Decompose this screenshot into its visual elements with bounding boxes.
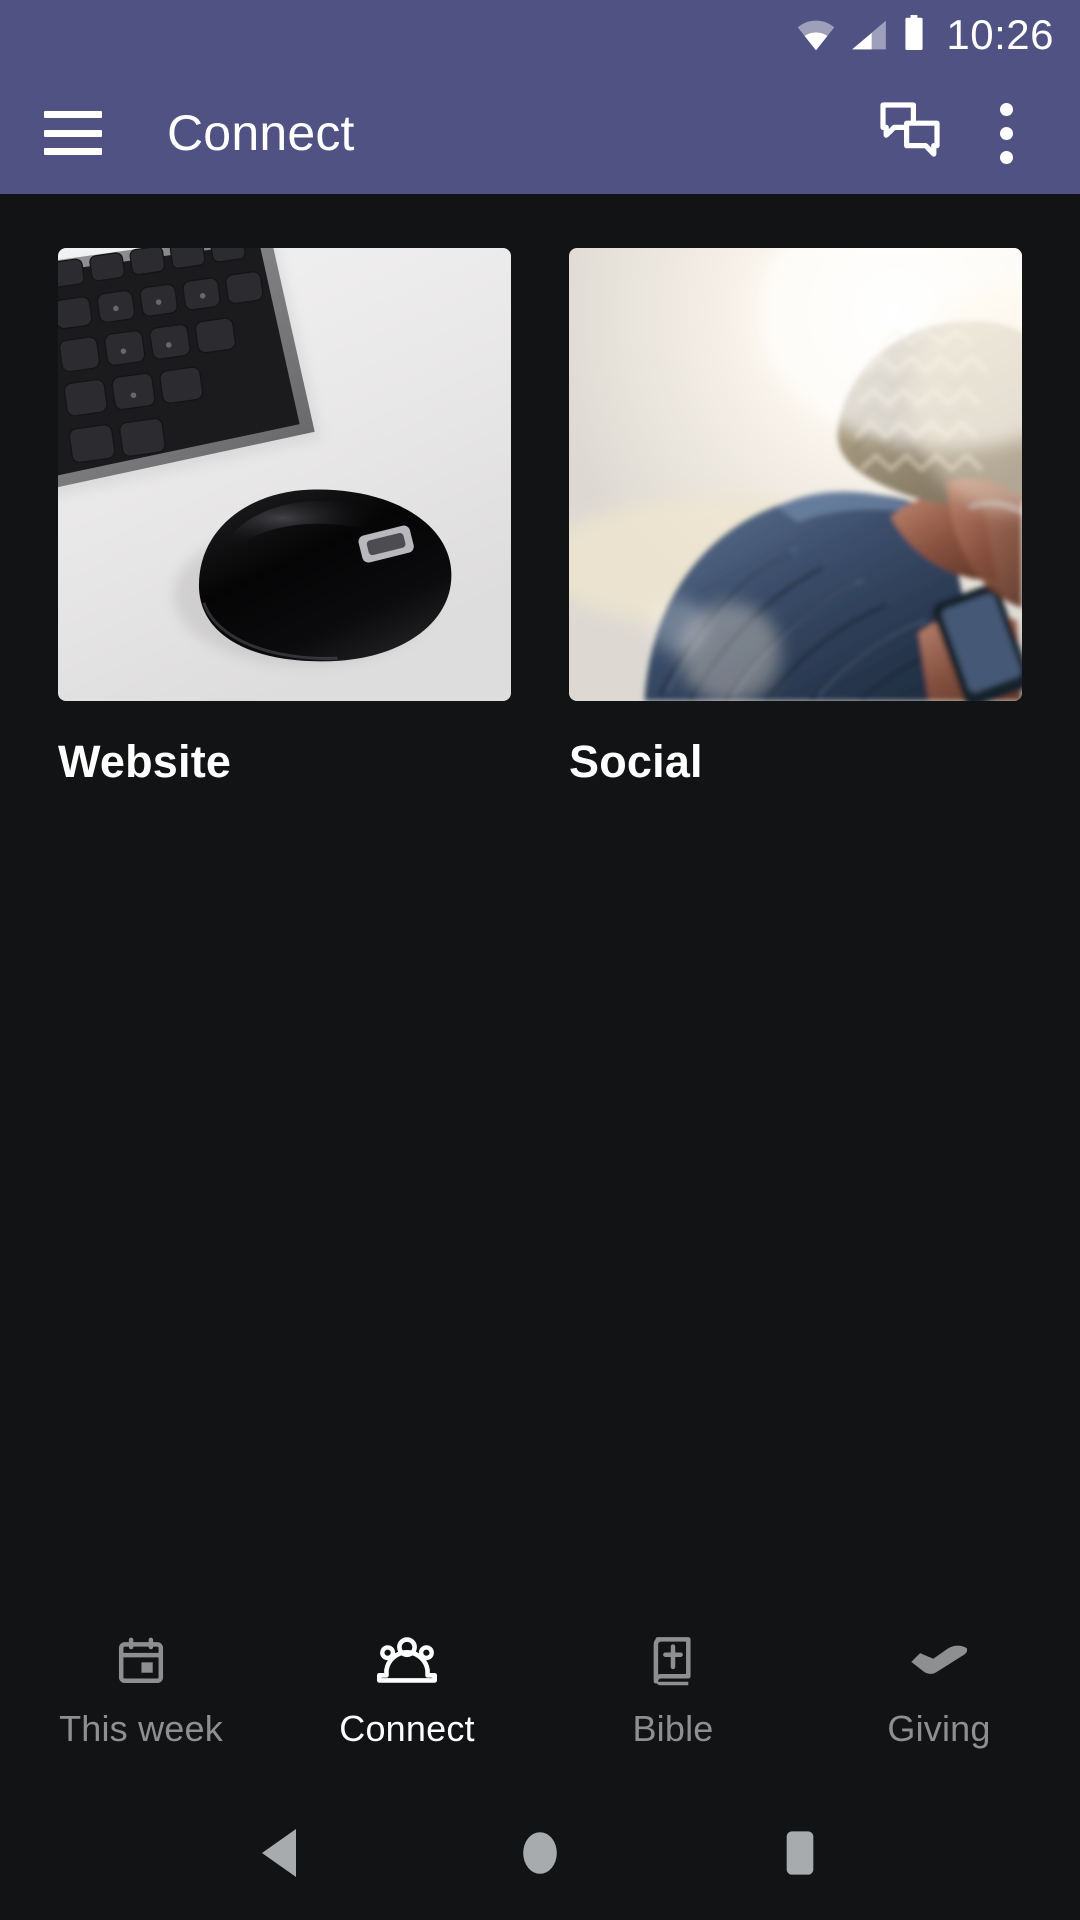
hamburger-menu-icon[interactable] [44, 111, 102, 155]
bottom-navigation: This week Connect Bible Giving [0, 1590, 1080, 1790]
nav-tab-bible-label: Bible [632, 1708, 714, 1749]
chat-bubbles-button[interactable] [862, 85, 958, 181]
dot [999, 150, 1013, 164]
nav-tab-giving[interactable]: Giving [806, 1630, 1072, 1750]
nav-tab-this-week-label: This week [59, 1708, 223, 1749]
battery-icon [902, 15, 926, 56]
hamburger-line [44, 148, 102, 155]
hamburger-line [44, 111, 102, 118]
card-website-image [58, 248, 511, 701]
circle-home-icon [519, 1827, 561, 1884]
status-bar-clock: 10:26 [946, 11, 1054, 58]
cellular-signal-icon [850, 19, 888, 56]
app-screen: 10:26 Connect Website Social This week C… [0, 0, 1080, 1920]
nav-tab-connect[interactable]: Connect [274, 1630, 540, 1750]
chat-bubbles-icon [879, 101, 941, 165]
android-system-navigation-bar [0, 1790, 1080, 1920]
hamburger-line [44, 129, 102, 137]
home-button[interactable] [480, 1795, 600, 1915]
dot [999, 102, 1013, 116]
nav-tab-connect-label: Connect [339, 1708, 475, 1749]
book-cross-icon [642, 1630, 704, 1692]
square-recents-icon [779, 1828, 821, 1883]
wifi-icon [796, 19, 836, 56]
nav-tab-giving-label: Giving [887, 1708, 991, 1749]
status-bar: 10:26 [0, 0, 1080, 72]
overflow-menu-button[interactable] [958, 85, 1054, 181]
triangle-back-icon [257, 1827, 303, 1884]
person-with-phone-photo [569, 248, 1022, 701]
nav-tab-this-week[interactable]: This week [8, 1630, 274, 1750]
page-title: Connect [167, 105, 355, 161]
calendar-icon [110, 1630, 172, 1692]
more-vertical-icon [999, 102, 1013, 164]
dot [999, 126, 1013, 140]
card-grid: Website Social [58, 248, 1022, 787]
nav-tab-bible[interactable]: Bible [540, 1630, 806, 1750]
card-website[interactable]: Website [58, 248, 511, 787]
card-social[interactable]: Social [569, 248, 1022, 787]
status-bar-icons [796, 15, 926, 56]
card-website-label: Website [58, 736, 232, 787]
keyboard-mouse-photo [58, 248, 511, 701]
giving-hand-icon [908, 1630, 970, 1692]
main-content: Website Social [0, 194, 1080, 1590]
back-button[interactable] [220, 1795, 340, 1915]
card-social-label: Social [569, 736, 703, 787]
people-group-icon [376, 1630, 438, 1692]
card-social-image [569, 248, 1022, 701]
app-bar: Connect [0, 72, 1080, 194]
recents-button[interactable] [740, 1795, 860, 1915]
